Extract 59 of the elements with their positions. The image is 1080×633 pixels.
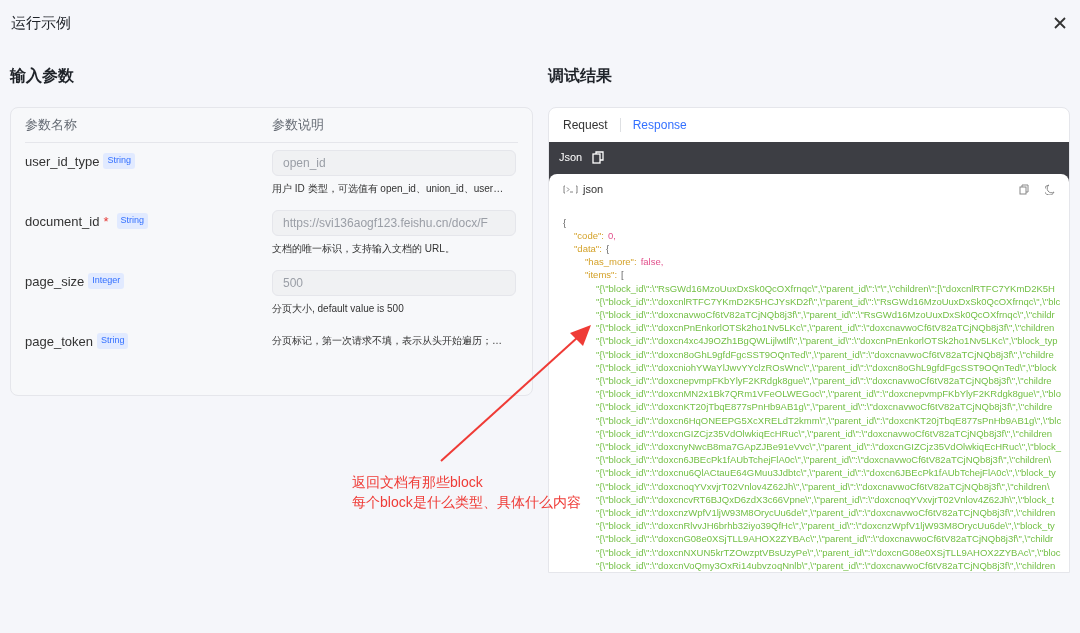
json-string: "{\"block_id\":\"doxcn6JBEcPk1fAUbTchejFlA0c\",\"parent_id\":\"doxcnavwoCf6tV82aTCjNQb8j3f\",\"children\ — [596, 453, 1052, 467]
json-string: "{\"block_id\":\"doxcniohYWaYlJwvYYclzROsWnc\",\"parent_id\":\"doxcn8oGhL9gfdFgcSST9OQnTed\",\"block — [596, 360, 1057, 374]
json-string: "{\"block_id\":\"doxcn4xc4J9OZh1BgQWLijlwtlf\",\"parent_id\":\"doxcnPnEnkorlOTSk2ho1Nv5LKc\",\"block_typ — [596, 334, 1058, 348]
json-string: "{\"block_id\":\"doxcnu6QlACtauE64GMuu3Jdbtc\",\"parent_id\":\"doxcn6JBEcPk1fAUbTchejFlA0c\",\"block_ty — [596, 466, 1056, 480]
terminal-icon — [563, 185, 578, 194]
json-string: "{\"block_id\":\"doxcnRlvvJH6brhb32iyo39QfHc\",\"parent_id\":\"doxcnzWpfV1ljW93M8OrycUu6de\",\"block_ty — [596, 519, 1055, 533]
column-header: 参数名称 — [25, 116, 78, 135]
json-string: "{\"block_id\":\"doxcnNXUN5krTZOwzptVBsUzyPe\",\"parent_id\":\"doxcnG08e0XSjTLL9AHOX2ZYBAc\",\"bloc — [596, 545, 1061, 559]
json-string: "{\"block_id\":\"doxcnlRTFC7YKmD2K5HCJYsKD2f\",\"parent_id\":\"RsGWd16MzoUuxDxSk0QcOXfrnqc\",\"blc — [596, 294, 1061, 308]
param-description: 用户 ID 类型，可选值有 open_id、union_id、user… — [272, 182, 505, 196]
type-tag: String — [103, 153, 135, 169]
param-name: page_token — [25, 333, 93, 351]
copy-icon[interactable] — [592, 151, 605, 165]
json-string: "{\"block_id\":\"doxcnzWpfV1ljW93M8OrycUu6de\",\"parent_id\":\"doxcnavwoCf6tV82aTCjNQb8j3f\",\"children — [596, 506, 1056, 520]
json-bracket: { — [605, 241, 610, 256]
annotation-text: 返回文档有那些block — [352, 473, 484, 492]
json-string: "{\"block_id\":\"RsGWd16MzoUuxDxSk0QcOXfrnqc\",\"parent_id\":\"\",\"children\":[\"doxcnlRTFC7YKmD2K5H — [596, 281, 1055, 295]
json-string: "{\"block_id\":\"doxcnoqYVxvjrT02Vnlov4Z62Jh\",\"parent_id\":\"doxcnavwoCf6tV82aTCjNQb8j3f\",\"children\ — [596, 479, 1050, 493]
moon-icon[interactable] — [1045, 184, 1055, 195]
json-bracket: { — [563, 215, 567, 229]
param-name: document_id — [25, 213, 100, 231]
json-string: "{\"block_id\":\"doxcnMN2x1Bk7QRm1VFeOLWEGoc\",\"parent_id\":\"doxcnepvmpFKbYlyF2KRdgk8gue\",\"blo — [596, 387, 1061, 401]
close-icon[interactable] — [1054, 17, 1066, 29]
param-description: 文档的唯一标识，支持输入文档的 URL。 — [272, 242, 456, 256]
required-mark: * — [103, 213, 109, 231]
json-string: "{\"block_id\":\"doxcnG08e0XSjTLL9AHOX2ZYBAc\",\"parent_id\":\"doxcnavwoCf6tV82aTCjNQb8j3f\",\"childr — [596, 532, 1054, 546]
json-value: 0, — [608, 228, 616, 242]
json-key: "has_more": — [585, 255, 637, 269]
json-string: "{\"block_id\":\"doxcnepvmpFKbYlyF2KRdgk8gue\",\"parent_id\":\"doxcnavwoCf6tV82aTCjNQb8j3f\",\"childre — [596, 373, 1052, 388]
json-key: "items": — [585, 268, 618, 282]
json-string: "{\"block_id\":\"doxcn8oGhL9gfdFgcSST9OQnTed\",\"parent_id\":\"doxcnavwoCf6tV82aTCjNQb8j3f\",\"childre — [596, 347, 1054, 361]
json-value: false, — [640, 255, 664, 269]
json-string: "{\"block_id\":\"doxcnyNwcB8ma7GApZJBe91eVvc\",\"parent_id\":\"doxcnGIZCjz35VdOlwkiqEcHRuc\",\"block_ — [596, 439, 1062, 454]
json-string: "{\"block_id\":\"doxcnPnEnkorlOTSk2ho1Nv5LKc\",\"parent_id\":\"doxcnavwoCf6tV82aTCjNQb8j3f\",\"children — [596, 321, 1055, 335]
param-name: page_size — [25, 273, 85, 291]
json-key: "code": — [574, 228, 604, 242]
json-string: "{\"block_id\":\"doxcnGIZCjz35VdOlwkiqEcHRuc\",\"parent_id\":\"doxcnavwoCf6tV82aTCjNQb8j3f\",\"children — [596, 426, 1053, 440]
type-tag: String — [96, 333, 129, 349]
param-name: user_id_type — [25, 153, 100, 171]
tab[interactable]: Response — [624, 113, 695, 136]
section-title: 输入参数 — [10, 66, 75, 86]
json-string: "{\"block_id\":\"doxcnVoQmy3OxRi14ubvzoqNnlb\",\"parent_id\":\"doxcnavwoCf6tV82aTCjNQb8j3f\",\"children — [596, 558, 1056, 572]
param-description: 分页标记，第一次请求不填，表示从头开始遍历；… — [272, 334, 503, 348]
tab[interactable]: Request — [555, 113, 616, 136]
param-description: 分页大小, default value is 500 — [272, 302, 405, 316]
json-string: "{\"block_id\":\"doxcn6HqONEEPG5XcXRELdT2kmm\",\"parent_id\":\"doxcnKT20jTbqE877sPnHb9AB1g\",\"blc — [596, 413, 1062, 427]
annotation-text: 每个block是什么类型、具体什么内容 — [352, 493, 581, 512]
format-label: Json — [559, 150, 583, 166]
language-label: json — [583, 182, 604, 198]
json-string: "{\"block_id\":\"doxcnavwoCf6tV82aTCjNQb8j3f\",\"parent_id\":\"RsGWd16MzoUuxDxSk0QcOXfrnqc\",\"childr — [596, 307, 1055, 322]
json-bracket: [ — [621, 268, 624, 282]
dialog-title: 运行示例 — [11, 12, 71, 33]
json-key: "data": — [574, 241, 602, 256]
column-header: 参数说明 — [272, 116, 324, 135]
json-string: "{\"block_id\":\"doxcnKT20jTbqE877sPnHb9AB1g\",\"parent_id\":\"doxcnavwoCf6tV82aTCjNQb8j3f\",\"childre — [596, 400, 1053, 414]
json-string: "{\"block_id\":\"doxcncvRT6BJQxD6zdX3c66Vpne\",\"parent_id\":\"doxcnoqYVxvjrT02Vnlov4Z62Jh\",\"block_t — [596, 492, 1055, 506]
section-title: 调试结果 — [548, 66, 613, 86]
type-tag: Integer — [88, 273, 125, 289]
type-tag: String — [116, 213, 149, 229]
